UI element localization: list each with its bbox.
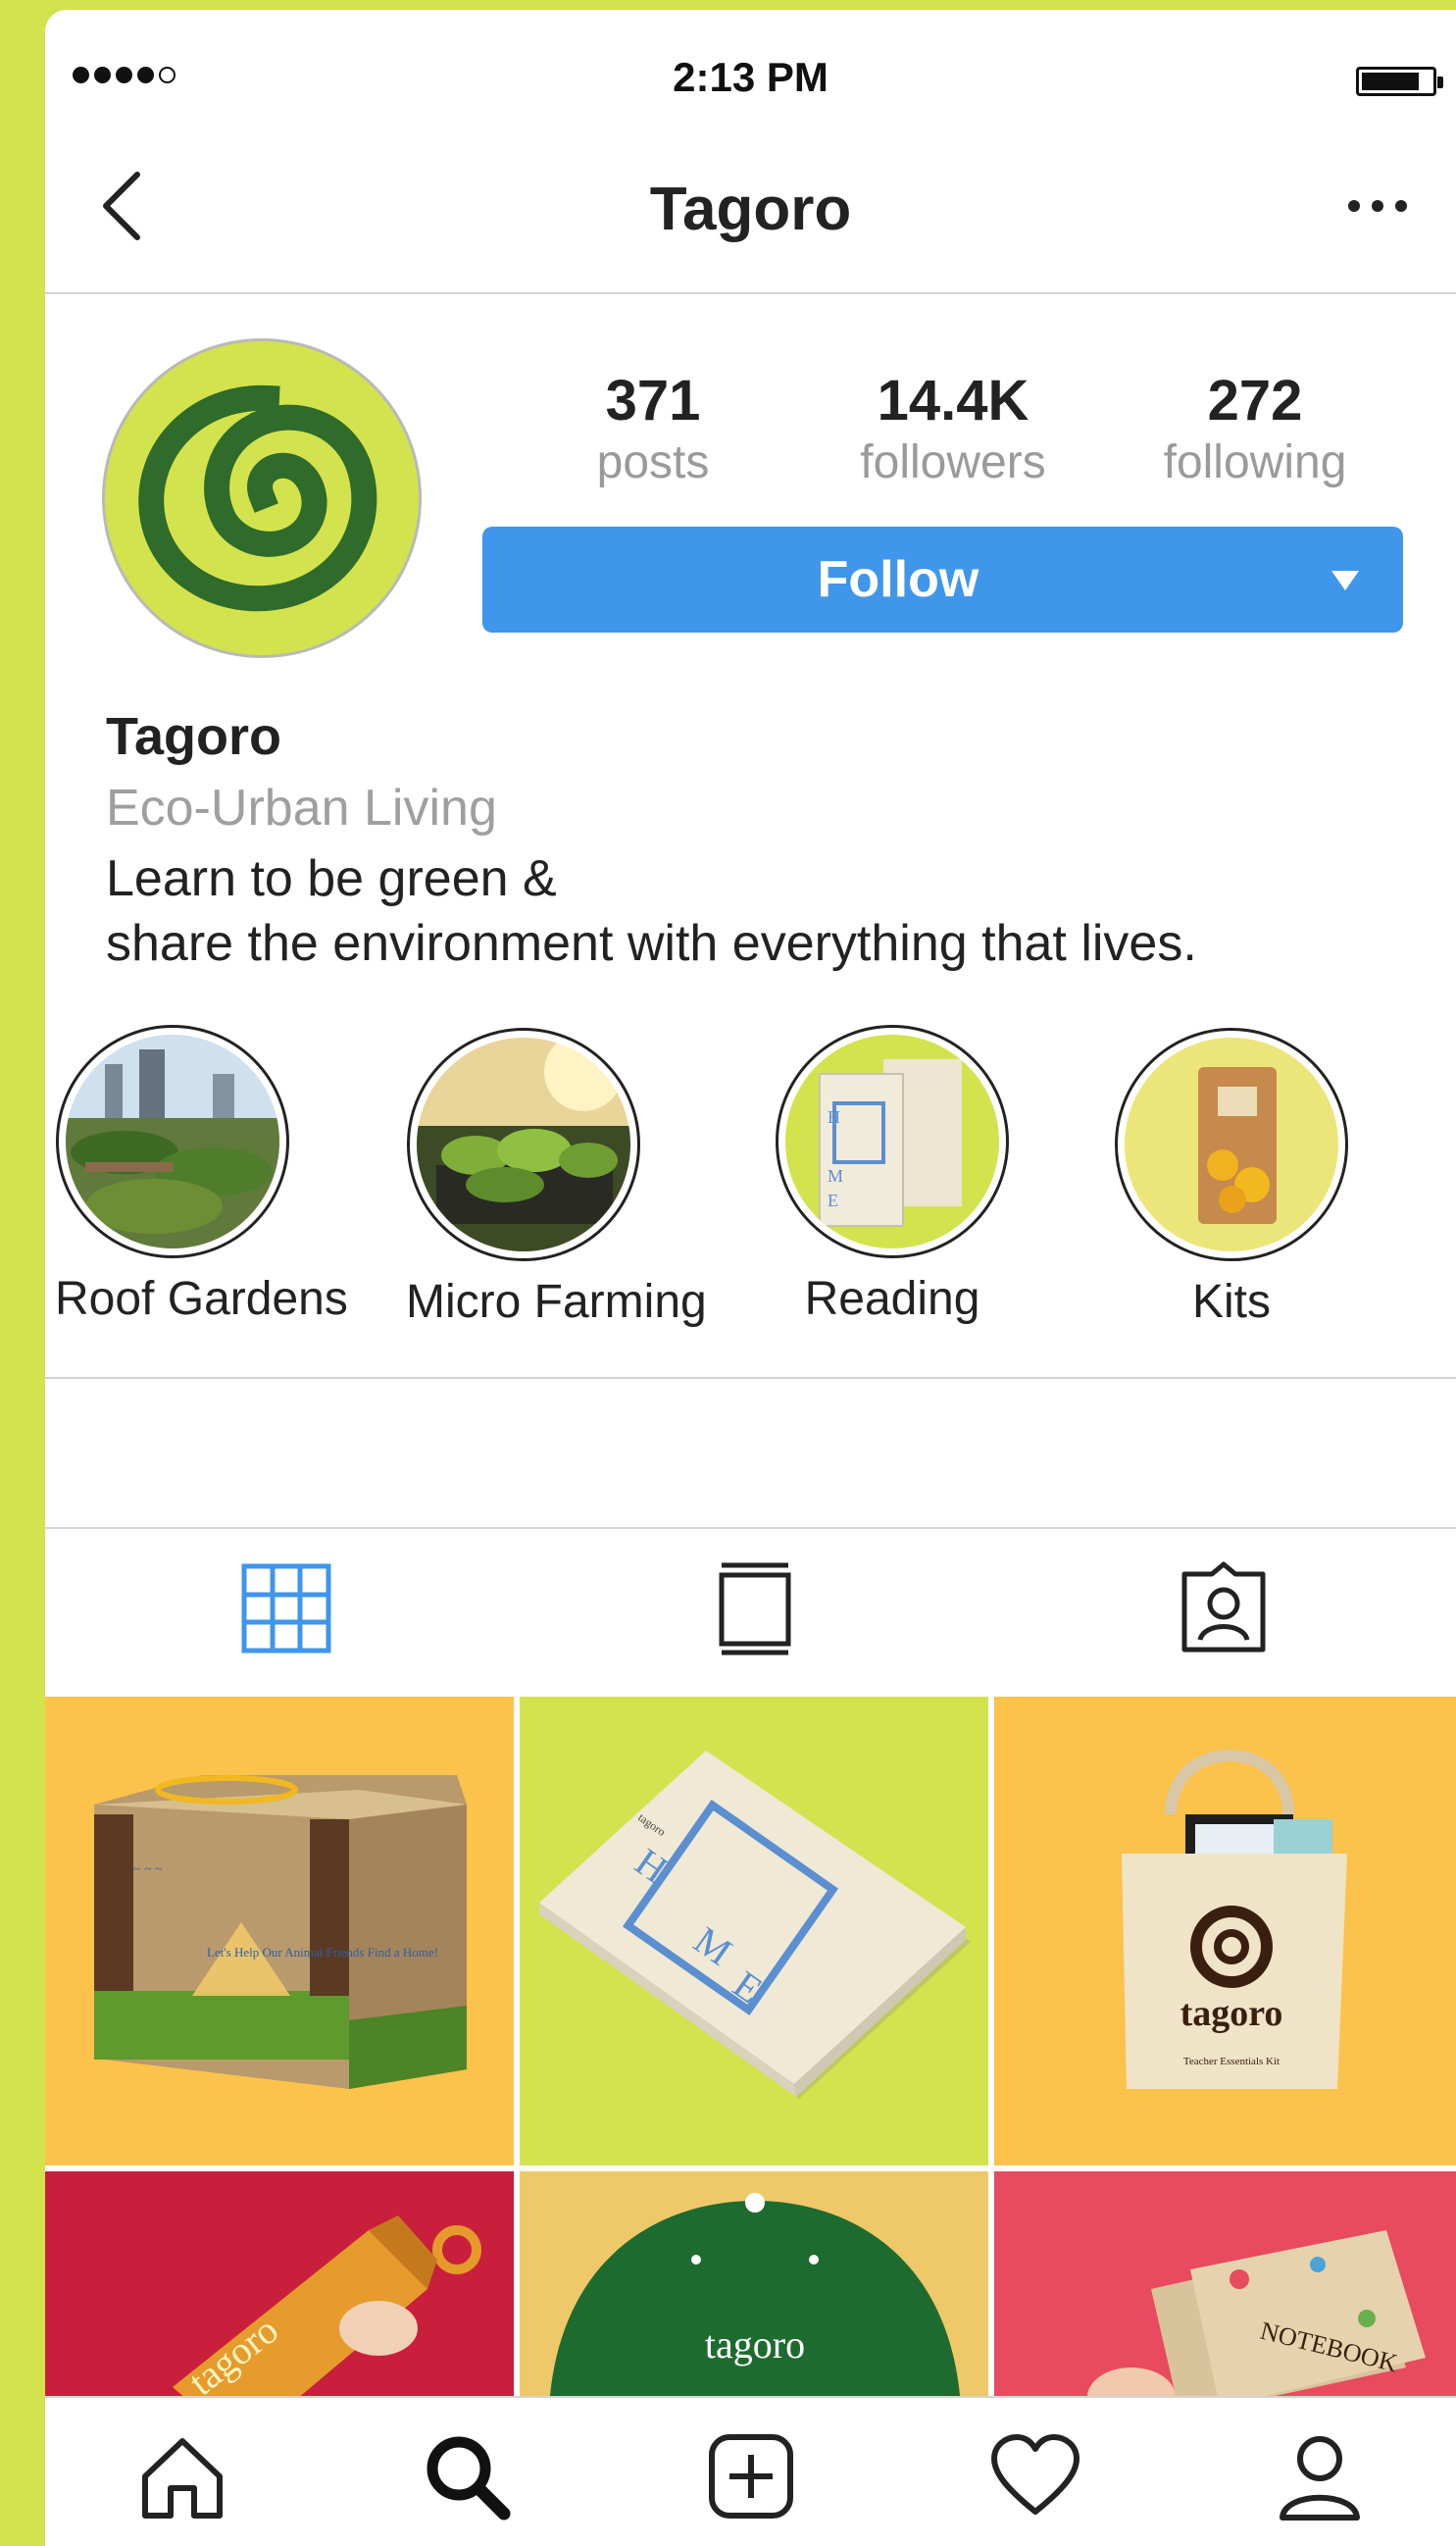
more-options-icon[interactable]: [1338, 177, 1417, 235]
battery-icon: [1356, 67, 1443, 96]
status-bar: 2:13 PM: [45, 10, 1456, 137]
svg-text:H: H: [828, 1107, 840, 1127]
svg-text:~ ~ ~: ~ ~ ~: [133, 1862, 163, 1877]
profile-bio: Tagoro Eco-Urban Living Learn to be gree…: [106, 706, 1420, 973]
chevron-down-icon: [1331, 571, 1359, 590]
stat-value: 371: [605, 369, 701, 433]
highlight-thumbnail: [1125, 1038, 1338, 1251]
post-caption: tagoro: [705, 2322, 805, 2367]
add-post-icon[interactable]: [702, 2427, 800, 2525]
highlight-label: Micro Farming: [406, 1276, 707, 1328]
highlight-thumbnail: [417, 1038, 630, 1251]
stat-followers[interactable]: 14.4K followers: [826, 368, 1080, 489]
svg-text:E: E: [828, 1191, 838, 1210]
stat-label: followers: [860, 436, 1046, 488]
bio-line: share the environment with everything th…: [106, 915, 1197, 972]
bio-line: Learn to be green &: [106, 850, 557, 907]
suggestions-dropdown-button[interactable]: [1285, 527, 1403, 633]
nav-bar: Tagoro: [45, 137, 1456, 294]
grid-view-icon[interactable]: [237, 1559, 335, 1657]
search-icon[interactable]: [418, 2427, 516, 2525]
highlight-thumbnail: H M E: [785, 1035, 999, 1248]
post-thumbnail[interactable]: tagoro Teacher Essentials Kit: [994, 1697, 1456, 2165]
tagoro-logo-icon: [105, 341, 419, 655]
highlight-label: Reading: [804, 1273, 980, 1325]
phone-screen: 2:13 PM Tagoro 371 posts 14.4K followers: [45, 10, 1456, 2546]
post-caption: tagoro: [1180, 1993, 1283, 2034]
page-title: Tagoro: [649, 176, 852, 243]
divider: [45, 1377, 1456, 1379]
profile-stats: 371 posts 14.4K followers 272 following: [526, 368, 1408, 515]
tagged-photos-icon[interactable]: [1175, 1559, 1273, 1657]
stat-label: following: [1163, 436, 1347, 488]
highlight-thumbnail: [66, 1035, 279, 1248]
profile-name: Tagoro: [106, 707, 281, 766]
follow-button[interactable]: Follow: [482, 527, 1314, 633]
heart-icon[interactable]: [986, 2427, 1084, 2525]
highlight-roof-gardens[interactable]: Roof Gardens: [55, 1025, 348, 1326]
stat-posts[interactable]: 371 posts: [526, 368, 780, 489]
svg-text:M: M: [828, 1166, 843, 1186]
profile-avatar[interactable]: [102, 338, 422, 658]
post-thumbnail[interactable]: Let's Help Our Animal Friends Find a Hom…: [45, 1697, 514, 2165]
feed-view-icon[interactable]: [706, 1559, 804, 1657]
stat-label: posts: [596, 436, 710, 488]
home-icon[interactable]: [133, 2427, 231, 2525]
bottom-tab-bar: [45, 2396, 1456, 2546]
post-caption-sub: Teacher Essentials Kit: [1183, 2056, 1280, 2067]
highlight-micro-farming[interactable]: Micro Farming: [406, 1028, 707, 1329]
highlight-label: Roof Gardens: [55, 1273, 348, 1325]
status-time: 2:13 PM: [673, 54, 828, 100]
post-thumbnail[interactable]: H M E tagoro: [520, 1697, 988, 2165]
post-caption: Let's Help Our Animal Friends Find a Hom…: [207, 1945, 438, 1960]
stat-following[interactable]: 272 following: [1128, 368, 1382, 489]
highlight-reading[interactable]: H M E Reading: [775, 1025, 1010, 1326]
profile-icon[interactable]: [1271, 2427, 1369, 2525]
divider: [45, 1527, 1456, 1529]
stat-value: 272: [1207, 369, 1303, 433]
highlight-kits[interactable]: Kits: [1084, 1028, 1379, 1329]
profile-category: Eco-Urban Living: [106, 780, 497, 837]
stat-value: 14.4K: [877, 369, 1029, 433]
highlight-label: Kits: [1191, 1276, 1271, 1328]
